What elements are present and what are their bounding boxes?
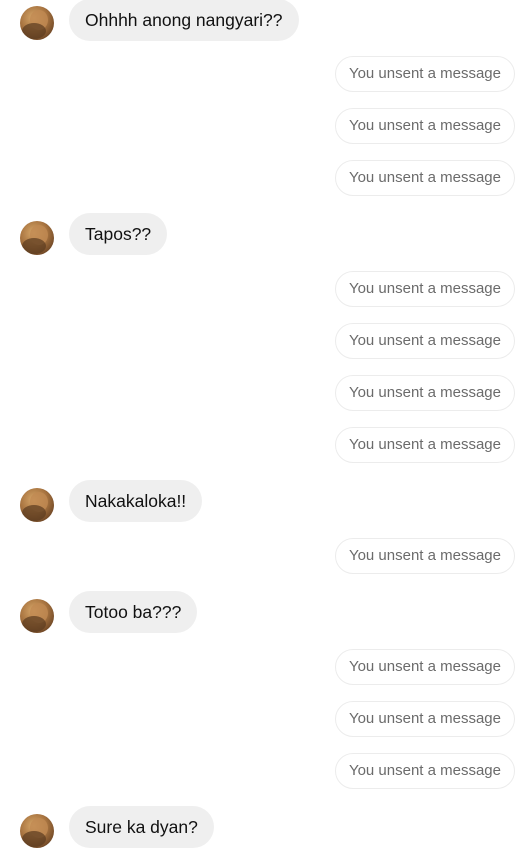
received-message-bubble[interactable]: Nakakaloka!!: [69, 480, 203, 522]
unsent-message-bubble[interactable]: You unsent a message: [334, 375, 515, 411]
unsent-message-bubble[interactable]: You unsent a message: [334, 427, 515, 463]
unsent-message-bubble[interactable]: You unsent a message: [334, 538, 515, 574]
unsent-message-bubble[interactable]: You unsent a message: [334, 323, 515, 359]
avatar-photo-icon: [22, 492, 48, 521]
received-message-bubble[interactable]: Tapos??: [69, 213, 168, 255]
unsent-message-bubble[interactable]: You unsent a message: [334, 701, 515, 737]
contact-avatar[interactable]: [20, 6, 54, 40]
avatar-photo-icon: [22, 603, 48, 632]
received-message-bubble[interactable]: Totoo ba???: [69, 591, 198, 633]
received-message-bubble[interactable]: Sure ka dyan?: [69, 806, 214, 848]
received-message-row: Sure ka dyan?: [0, 806, 526, 848]
received-message-row: Tapos??: [0, 213, 526, 255]
unsent-message-bubble[interactable]: You unsent a message: [334, 753, 515, 789]
received-message-row: Nakakaloka!!: [0, 480, 526, 522]
received-message-row: Totoo ba???: [0, 591, 526, 633]
unsent-message-bubble[interactable]: You unsent a message: [334, 108, 515, 144]
contact-avatar[interactable]: [20, 599, 54, 633]
contact-avatar[interactable]: [20, 221, 54, 255]
contact-avatar[interactable]: [20, 488, 54, 522]
unsent-message-bubble[interactable]: You unsent a message: [334, 160, 515, 196]
received-message-bubble[interactable]: Ohhhh anong nangyari??: [69, 0, 299, 41]
received-message-row: Ohhhh anong nangyari??: [0, 0, 526, 42]
unsent-message-bubble[interactable]: You unsent a message: [334, 271, 515, 307]
unsent-message-bubble[interactable]: You unsent a message: [334, 649, 515, 685]
avatar-photo-icon: [22, 10, 48, 39]
unsent-message-bubble[interactable]: You unsent a message: [334, 56, 515, 92]
avatar-photo-icon: [22, 225, 48, 254]
avatar-photo-icon: [22, 818, 48, 847]
contact-avatar[interactable]: [20, 814, 54, 848]
